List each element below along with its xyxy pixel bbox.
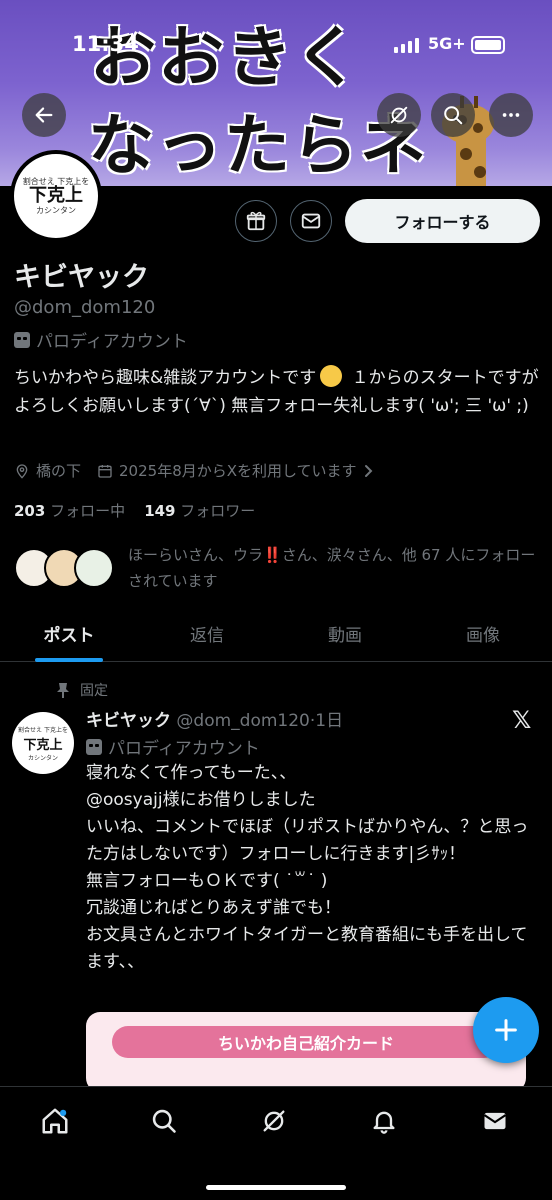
nav-grok[interactable] — [252, 1101, 296, 1141]
avatar-text-bottom: カシンタン — [36, 206, 76, 215]
status-bar: 11:34 5G+ — [0, 0, 552, 90]
search-icon — [444, 106, 463, 125]
followers-label: フォロワー — [180, 502, 256, 520]
plus-icon — [495, 1019, 517, 1041]
pin-icon — [57, 683, 69, 698]
search-icon — [152, 1109, 176, 1133]
pinned-indicator: 固定 — [56, 680, 108, 700]
bio-text-1: ちいかわやら趣味&雑談アカウントです — [14, 368, 317, 388]
parody-label: パロディアカウント — [36, 332, 188, 352]
profile-tabs: ポスト 返信 動画 画像 — [0, 606, 552, 662]
follow-button[interactable]: フォローする — [345, 199, 540, 243]
arrow-left-icon — [35, 107, 53, 123]
post-avatar-text-bottom: カシンタン — [27, 754, 58, 762]
post-line: 冗談通じればとりあえず誰でも！ — [86, 898, 341, 918]
grok-button[interactable] — [377, 93, 421, 137]
profile-joined[interactable]: 2025年8月からXを利用しています — [119, 460, 357, 481]
tab-posts[interactable]: ポスト — [0, 606, 138, 661]
parody-mask-icon — [14, 331, 30, 348]
home-icon — [42, 1108, 68, 1134]
chevron-right-icon — [364, 464, 372, 477]
envelope-icon — [483, 1112, 507, 1130]
signal-icon — [394, 38, 419, 53]
followers-stat[interactable]: 149 フォロワー — [144, 502, 255, 520]
profile-handle: @dom_dom120 — [14, 297, 156, 318]
search-button[interactable] — [431, 93, 475, 137]
tab-replies[interactable]: 返信 — [138, 606, 276, 661]
post-parody-label: パロディアカウント — [108, 739, 260, 759]
nav-messages[interactable] — [473, 1101, 517, 1141]
nav-search[interactable] — [142, 1101, 186, 1141]
profile-location: 橋の下 — [36, 462, 82, 480]
grok-icon — [263, 1110, 285, 1132]
profile-meta: 橋の下 2025年8月からXを利用しています — [14, 460, 375, 481]
profile-avatar[interactable]: 割合せえ 下克上を 下克上 カシンタン — [10, 150, 102, 242]
pinned-label: 固定 — [80, 683, 108, 699]
post-avatar[interactable]: 割合せえ 下克上を 下克上 カシンタン — [12, 712, 74, 774]
nav-notifications[interactable] — [362, 1101, 406, 1141]
followed-by-bang: ‼️ — [263, 546, 282, 564]
post-avatar-text-top: 割合せえ 下克上を — [18, 726, 68, 734]
network-type: 5G+ — [428, 34, 466, 53]
post-avatar-text-main: 下克上 — [23, 737, 63, 753]
bottom-navigation — [0, 1086, 552, 1200]
following-label: フォロー中 — [50, 502, 126, 520]
avatar-text-main: 下克上 — [29, 185, 83, 206]
bell-icon — [373, 1111, 395, 1134]
parody-label-row: パロディアカウント — [14, 327, 188, 352]
post-body[interactable]: 寝れなくて作ってもーた、、 @oosyajj様にお借りしました いいね、コメント… — [86, 760, 536, 976]
follow-stats: 203 フォロー中 149 フォロワー — [14, 500, 255, 521]
followers-count: 149 — [144, 502, 176, 520]
parody-mask-icon — [86, 738, 102, 755]
gift-button[interactable] — [235, 200, 277, 242]
location-pin-icon — [16, 463, 28, 479]
emoji-face-icon — [320, 365, 343, 387]
more-button[interactable] — [489, 93, 533, 137]
status-time: 11:34 — [72, 32, 139, 56]
post-header: キビヤック @dom_dom120·1日 — [86, 706, 343, 731]
nav-home[interactable] — [33, 1101, 77, 1141]
post-line: 無言フォローもＯＫです( ˙꒳˙ ) — [86, 871, 328, 891]
following-stat[interactable]: 203 フォロー中 — [14, 502, 125, 520]
banner-text-line2: なったらネ — [88, 107, 428, 184]
post-line-mention: @oosyajj様にお借りしました — [86, 790, 316, 810]
post-image-card[interactable]: ちいかわ自己紹介カード — [86, 1012, 526, 1092]
gift-icon — [246, 211, 266, 231]
post-author-name[interactable]: キビヤック — [86, 711, 171, 731]
calendar-icon — [98, 464, 112, 478]
post-line: お文具さんとホワイトタイガーと教育番組にも手を出してます、、 — [86, 925, 528, 972]
x-logo-icon: 𝕏 — [512, 706, 532, 734]
followed-by-text: ほーらいさん、ウラ‼️さん、涙々さん、他 67 人にフォローされています — [128, 542, 546, 594]
follower-avatar — [74, 548, 114, 588]
message-button[interactable] — [290, 200, 332, 242]
post-parody-row: パロディアカウント — [86, 734, 260, 759]
back-button[interactable] — [22, 93, 66, 137]
post-line: いいね、コメントでほぼ（リポストばかりやん、？と思った方はしないです）フォローし… — [86, 817, 529, 864]
grok-icon — [390, 106, 408, 124]
tab-images[interactable]: 画像 — [414, 606, 552, 661]
tab-videos[interactable]: 動画 — [276, 606, 414, 661]
profile-name: キビヤック — [14, 262, 149, 293]
home-indicator — [206, 1185, 346, 1190]
post-line: 寝れなくて作ってもーた、、 — [86, 763, 297, 783]
profile-bio: ちいかわやら趣味&雑談アカウントです １からのスタートですがよろしくお願いします… — [14, 364, 540, 420]
envelope-icon — [301, 213, 321, 229]
followed-by-part1: ほーらいさん、ウラ — [128, 546, 264, 564]
card-title: ちいかわ自己紹介カード — [112, 1026, 500, 1058]
battery-icon — [471, 36, 505, 54]
post-handle-time: @dom_dom120·1日 — [176, 711, 344, 731]
compose-button[interactable] — [473, 997, 539, 1063]
more-icon — [502, 113, 520, 117]
following-count: 203 — [14, 502, 46, 520]
